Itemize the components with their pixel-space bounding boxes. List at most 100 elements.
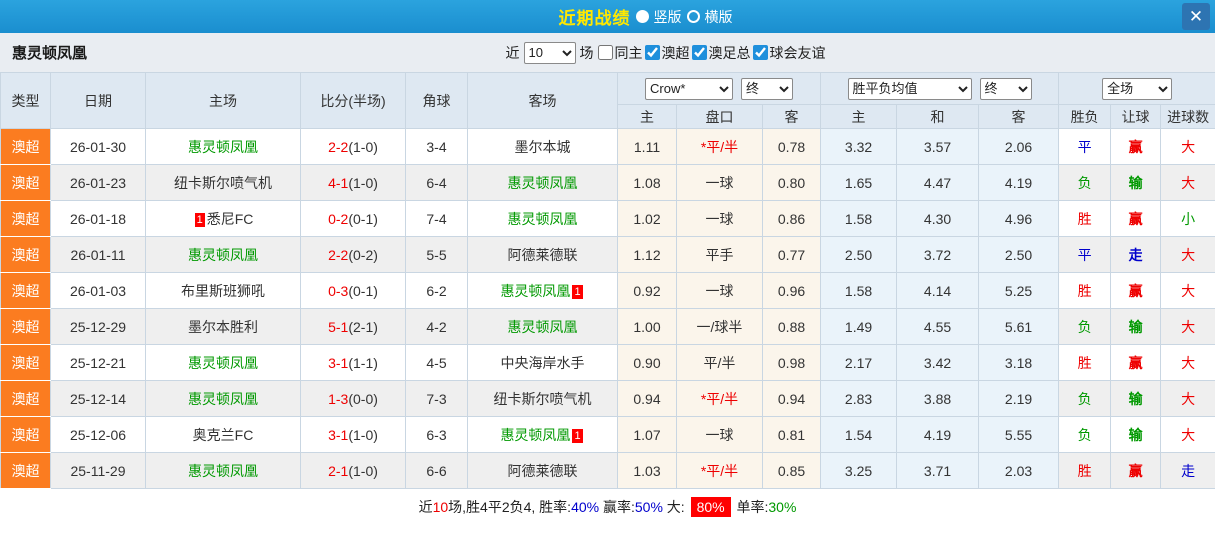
summary-segment: 10	[432, 499, 449, 515]
match-row: 澳超 26-01-30 惠灵顿凤凰 2-2(1-0) 3-4 墨尔本城 1.11…	[0, 128, 1215, 165]
away-team-name: 阿德莱德联	[507, 462, 578, 479]
corner-cell: 7-3	[405, 380, 468, 417]
filter-checkbox-input[interactable]	[752, 45, 768, 60]
filter-checkbox[interactable]: 球会友谊	[752, 43, 826, 63]
crow-final-select[interactable]: 终	[741, 77, 794, 100]
away-team-cell: 阿德莱德联	[467, 236, 618, 273]
match-row: 澳超 25-12-14 惠灵顿凤凰 1-3(0-0) 7-3 纽卡斯尔喷气机 0…	[0, 380, 1215, 417]
summary-segment: 场,胜4平2负4, 胜率:	[448, 499, 572, 515]
crow-handicap: *平/半	[676, 452, 763, 489]
summary-segment: 50%	[634, 499, 663, 515]
match-row: 澳超 26-01-18 1 悉尼FC 0-2(0-1) 7-4 惠灵顿凤凰 1.0…	[0, 200, 1215, 237]
fulltime-score: 0-3	[328, 282, 349, 299]
bookmaker-select[interactable]: Crow*	[645, 77, 734, 100]
vertical-layout-label[interactable]: 竖版	[654, 7, 682, 27]
crow-away-odds: 0.96	[761, 272, 822, 309]
avg-draw-odds: 3.57	[896, 128, 980, 165]
summary-segment: 近	[418, 499, 433, 515]
filter-checkbox-input[interactable]	[597, 45, 613, 60]
horizontal-layout-label[interactable]: 横版	[705, 7, 733, 27]
winloss-result: 负	[1058, 308, 1112, 345]
avg-odds-select[interactable]: 胜平负均值	[847, 77, 972, 100]
crow-away-odds: 0.81	[761, 416, 822, 453]
away-team-name: 惠灵顿凤凰	[500, 282, 571, 299]
filter-checkbox[interactable]: 澳足总	[691, 43, 751, 63]
vertical-layout-radio[interactable]	[635, 10, 649, 23]
filter-checkbox[interactable]: 澳超	[644, 43, 690, 63]
summary-segment: 大:	[662, 499, 689, 515]
home-team-name: 惠灵顿凤凰	[188, 354, 258, 371]
recent-results-panel: 近期战绩 竖版 横版 ✕ 惠灵顿凤凰 近 10 场 同主 澳超 澳足总 球会友谊	[0, 0, 1215, 534]
filter-checkbox-label[interactable]: 球会友谊	[770, 43, 826, 63]
filter-checkbox[interactable]: 同主	[597, 43, 643, 63]
date-cell: 25-12-06	[50, 416, 146, 453]
avg-home-odds: 3.32	[820, 128, 898, 165]
scope-select[interactable]: 全场	[1102, 77, 1173, 100]
avg-away-odds: 4.19	[978, 164, 1060, 201]
halftime-score: (0-2)	[348, 246, 378, 263]
score-cell: 1-3(0-0)	[300, 380, 406, 417]
close-icon[interactable]: ✕	[1182, 3, 1210, 30]
home-team-cell: 1 悉尼FC	[145, 200, 301, 237]
filter-checkbox-input[interactable]	[644, 45, 660, 60]
table-header: 类型 日期 主场 比分(半场) 角球 客场 Crow* 终 胜平负均值 终 全场…	[0, 72, 1215, 129]
fulltime-score: 2-2	[328, 138, 349, 155]
avg-final-select[interactable]: 终	[979, 77, 1032, 100]
home-team-name: 墨尔本胜利	[188, 318, 258, 335]
result-scope-header: 全场	[1058, 72, 1215, 105]
avg-home-odds: 2.17	[820, 344, 898, 381]
corner-cell: 7-4	[405, 200, 468, 237]
header-score: 比分(半场)	[300, 72, 406, 129]
header-crow-away: 客	[761, 104, 822, 129]
header-handicap-result: 让球	[1110, 104, 1162, 129]
header-avg-draw: 和	[896, 104, 980, 129]
away-team-name: 惠灵顿凤凰	[507, 318, 578, 335]
avg-home-odds: 1.58	[820, 200, 898, 237]
red-card-badge: 1	[194, 212, 205, 227]
page-title: 近期战绩	[558, 9, 631, 28]
date-cell: 26-01-11	[50, 236, 146, 273]
avg-home-odds: 3.25	[820, 452, 898, 489]
league-cell: 澳超	[0, 416, 51, 453]
horizontal-layout-radio[interactable]	[686, 10, 700, 23]
filter-checkbox-label[interactable]: 同主	[615, 43, 643, 63]
near-label: 近	[505, 44, 520, 61]
summary-segment: 40%	[571, 499, 600, 515]
crow-home-odds: 1.11	[617, 128, 677, 165]
winloss-result: 平	[1058, 128, 1112, 165]
league-cell: 澳超	[0, 308, 51, 345]
handicap-result: 赢	[1110, 344, 1162, 381]
header-away: 客场	[467, 72, 618, 129]
winloss-result: 负	[1058, 380, 1112, 417]
crow-away-odds: 0.98	[761, 344, 822, 381]
filter-checkbox-input[interactable]	[691, 45, 707, 60]
goals-result: 走	[1160, 452, 1215, 489]
avg-home-odds: 1.49	[820, 308, 898, 345]
avg-draw-odds: 3.71	[896, 452, 980, 489]
goals-result: 大	[1160, 236, 1215, 273]
filter-checkbox-label[interactable]: 澳足总	[709, 43, 751, 63]
handicap-result: 走	[1110, 236, 1162, 273]
winloss-result: 负	[1058, 164, 1112, 201]
header-avg-home: 主	[820, 104, 898, 129]
goals-result: 大	[1160, 164, 1215, 201]
filter-checkbox-label[interactable]: 澳超	[662, 43, 690, 63]
goals-result: 大	[1160, 308, 1215, 345]
summary-segment: 30%	[768, 499, 797, 515]
summary-segment: 单率:	[732, 499, 769, 515]
avg-home-odds: 2.50	[820, 236, 898, 273]
recent-count-select[interactable]: 10	[523, 41, 576, 64]
results-table: 类型 日期 主场 比分(半场) 角球 客场 Crow* 终 胜平负均值 终 全场…	[0, 72, 1215, 489]
corner-cell: 3-4	[405, 128, 468, 165]
crow-handicap: *平/半	[676, 128, 763, 165]
handicap-result: 赢	[1110, 452, 1162, 489]
crow-home-odds: 0.92	[617, 272, 677, 309]
away-team-cell: 惠灵顿凤凰	[467, 308, 618, 345]
match-row: 澳超 26-01-11 惠灵顿凤凰 2-2(0-2) 5-5 阿德莱德联 1.1…	[0, 236, 1215, 273]
crow-handicap: 平手	[676, 236, 763, 273]
winloss-result: 负	[1058, 416, 1112, 453]
halftime-score: (1-0)	[348, 138, 378, 155]
home-team-name: 布里斯班狮吼	[181, 282, 265, 299]
header-avg-away: 客	[978, 104, 1060, 129]
crow-home-odds: 1.12	[617, 236, 677, 273]
